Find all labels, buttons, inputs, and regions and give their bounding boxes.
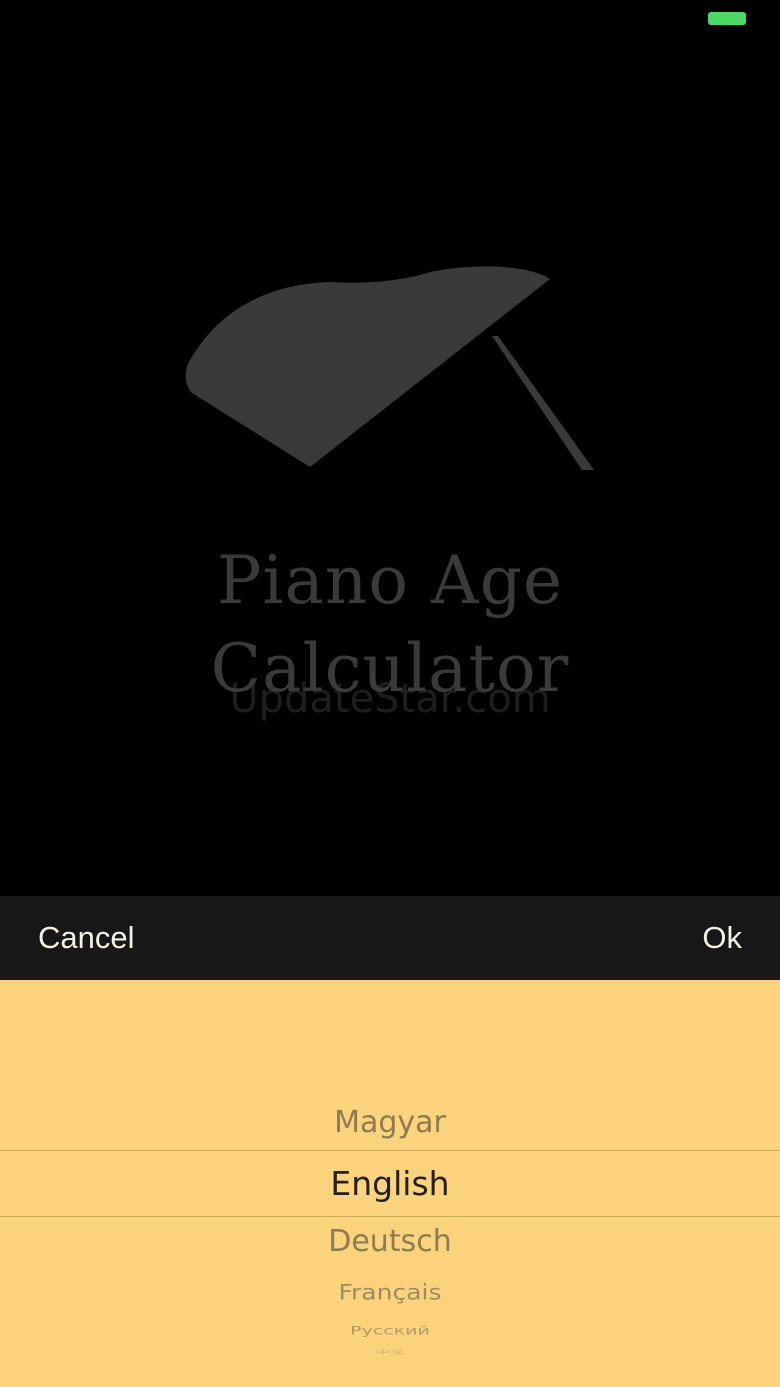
picker-option-chinese[interactable]: 中文 — [0, 1349, 780, 1356]
app-title-line-1: Piano Age — [216, 542, 564, 619]
picker-option-english-selected[interactable]: English — [0, 1164, 780, 1203]
language-picker[interactable]: Magyar English Deutsch Français Русский … — [0, 980, 780, 1387]
picker-option-francais[interactable]: Français — [0, 1280, 780, 1305]
grand-piano-icon — [185, 266, 594, 470]
cancel-button[interactable]: Cancel — [38, 896, 135, 980]
picker-option-magyar[interactable]: Magyar — [0, 1105, 780, 1140]
piano-lid — [185, 266, 550, 467]
picker-toolbar: Cancel Ok — [0, 896, 780, 980]
screen: Piano Age UpdateStar.com Calculator Canc… — [0, 0, 780, 1387]
app-title-line-2: Calculator — [210, 630, 570, 707]
selection-indicator-bottom — [0, 1216, 780, 1217]
selection-indicator-top — [0, 1150, 780, 1151]
battery-icon — [708, 12, 746, 25]
ok-button[interactable]: Ok — [702, 896, 742, 980]
picker-option-deutsch[interactable]: Deutsch — [0, 1224, 780, 1259]
piano-prop-stick — [492, 336, 594, 470]
picker-option-russian[interactable]: Русский — [0, 1324, 780, 1338]
